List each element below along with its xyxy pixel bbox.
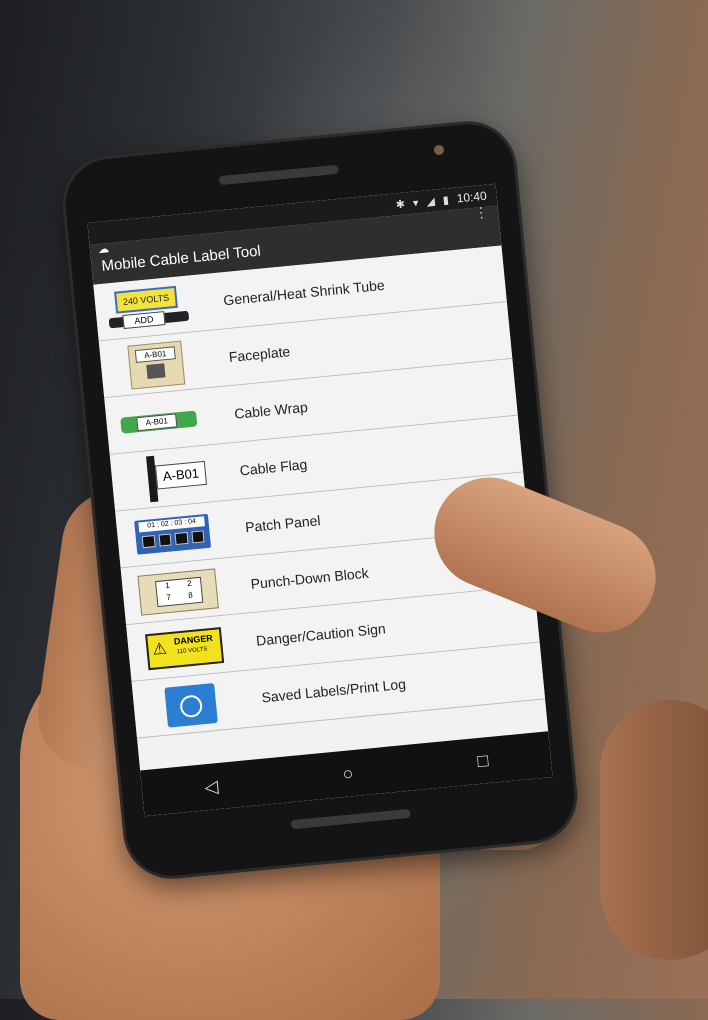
- cable-wrap-thumbnail: A-B01: [115, 394, 203, 448]
- list-item-label: Patch Panel: [244, 512, 322, 536]
- battery-icon: ▮: [442, 193, 450, 207]
- heat-shrink-thumbnail: 240 VOLTS ADD: [104, 281, 192, 335]
- warning-icon: ⚠: [151, 640, 168, 659]
- patch-panel-graphic: 01 : 02 : 03 : 04: [134, 513, 212, 555]
- home-icon[interactable]: ○: [341, 763, 354, 785]
- cable-flag-thumbnail: A-B01: [120, 451, 208, 505]
- earpiece-speaker: [218, 164, 339, 186]
- list-item-label: General/Heat Shrink Tube: [222, 276, 386, 309]
- bottom-speaker: [290, 808, 411, 830]
- front-camera: [433, 144, 445, 156]
- list-item-label: Cable Wrap: [233, 398, 309, 422]
- folder-icon: [164, 682, 218, 728]
- list-item-label: Cable Flag: [239, 456, 308, 479]
- thumb-sublabel: 110 VOLTS: [176, 646, 208, 656]
- wifi-icon: ▾: [412, 196, 419, 210]
- overflow-menu-icon[interactable]: ⋮: [473, 204, 488, 221]
- thumb-sublabel: ADD: [122, 311, 166, 330]
- thumb-label-grid: 1 2 7 8: [155, 576, 204, 608]
- list-item-label: Danger/Caution Sign: [255, 620, 387, 649]
- thumb-label: A-B01: [136, 413, 178, 432]
- punch-block-graphic: 1 2 7 8: [137, 568, 219, 616]
- navigation-bar: ◁ ○ □: [140, 731, 553, 817]
- thumb-label: 240 VOLTS: [114, 285, 178, 314]
- recents-icon[interactable]: □: [476, 750, 489, 772]
- ports-graphic: [141, 530, 205, 549]
- danger-sign-thumbnail: ⚠ DANGER 110 VOLTS: [137, 621, 225, 675]
- clock-icon: [179, 694, 204, 719]
- bluetooth-icon: ✱: [395, 198, 406, 211]
- cloud-upload-icon[interactable]: ☁: [97, 242, 109, 256]
- thumb-label: A-B01: [134, 346, 176, 364]
- thumb-label: 01 : 02 : 03 : 04: [138, 516, 205, 533]
- faceplate-graphic: A-B01: [127, 340, 186, 390]
- status-time: 10:40: [456, 188, 488, 206]
- thumb-label: DANGER: [173, 632, 214, 647]
- danger-sign-graphic: ⚠ DANGER 110 VOLTS: [145, 627, 225, 671]
- faceplate-thumbnail: A-B01: [109, 337, 197, 391]
- list-item-label: Faceplate: [228, 343, 291, 366]
- thumb-label: 8: [187, 590, 194, 601]
- signal-icon: ◢: [425, 195, 436, 208]
- list-item-label: Punch-Down Block: [249, 564, 370, 592]
- thumb-label: A-B01: [154, 460, 208, 490]
- saved-labels-thumbnail: [142, 678, 230, 732]
- right-hand: [600, 700, 708, 960]
- thumb-label: 7: [165, 592, 172, 603]
- back-icon[interactable]: ◁: [203, 776, 219, 798]
- list-item-label: Saved Labels/Print Log: [260, 675, 407, 706]
- patch-panel-thumbnail: 01 : 02 : 03 : 04: [126, 508, 214, 562]
- punch-down-thumbnail: 1 2 7 8: [131, 564, 219, 618]
- jack-graphic: [146, 363, 166, 379]
- cable-graphic: A-B01: [120, 410, 198, 434]
